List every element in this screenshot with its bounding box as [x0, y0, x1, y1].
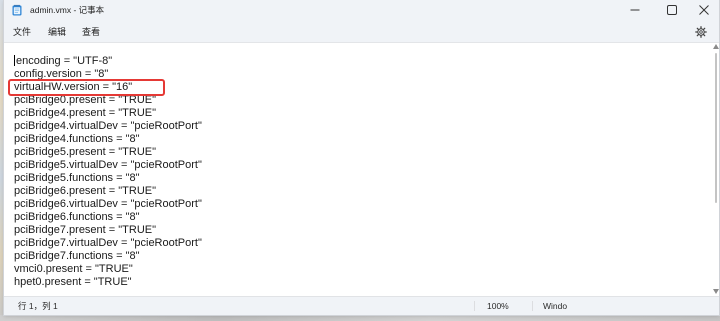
menu-bar: 文件 编辑 查看 [4, 20, 719, 43]
text-content[interactable]: encoding = "UTF-8" config.version = "8" … [14, 55, 704, 289]
notepad-icon [12, 4, 22, 16]
text-line[interactable]: pciBridge4.present = "TRUE" [14, 107, 704, 120]
text-editor[interactable]: encoding = "UTF-8" config.version = "8" … [4, 43, 719, 296]
menu-file[interactable]: 文件 [12, 25, 32, 39]
window-title: admin.vmx - 记事本 [30, 5, 105, 15]
desktop-background-strip [0, 315, 720, 321]
vertical-scrollbar[interactable] [712, 43, 719, 296]
cursor-position: 行 1，列 1 [18, 301, 58, 311]
text-line[interactable]: vmci0.present = "TRUE" [14, 263, 704, 276]
status-divider [474, 301, 475, 311]
scroll-up-arrow-icon[interactable] [713, 44, 719, 49]
menu-view[interactable]: 查看 [81, 25, 101, 39]
text-line[interactable]: pciBridge4.functions = "8" [14, 133, 704, 146]
menu-edit[interactable]: 编辑 [47, 25, 67, 39]
maximize-button[interactable] [657, 0, 687, 20]
minimize-button[interactable] [620, 0, 650, 20]
text-line[interactable]: pciBridge5.present = "TRUE" [14, 146, 704, 159]
text-line[interactable]: pciBridge7.present = "TRUE" [14, 224, 704, 237]
close-icon [699, 5, 709, 15]
scrollbar-thumb[interactable] [715, 53, 717, 203]
notepad-window: admin.vmx - 记事本 文件 编辑 查看 encoding = "UTF… [4, 0, 719, 315]
close-button[interactable] [689, 0, 719, 20]
maximize-icon [667, 5, 677, 15]
title-bar[interactable]: admin.vmx - 记事本 [4, 0, 719, 20]
text-line[interactable]: pciBridge7.virtualDev = "pcieRootPort" [14, 237, 704, 250]
text-line[interactable]: hpet0.present = "TRUE" [14, 276, 704, 289]
text-line[interactable]: encoding = "UTF-8" [14, 55, 704, 68]
text-line[interactable]: pciBridge6.present = "TRUE" [14, 185, 704, 198]
zoom-level: 100% [487, 301, 509, 311]
text-line[interactable]: pciBridge6.functions = "8" [14, 211, 704, 224]
text-line[interactable]: pciBridge0.present = "TRUE" [14, 94, 704, 107]
text-line[interactable]: config.version = "8" [14, 68, 704, 81]
minimize-icon [630, 9, 640, 11]
status-divider [532, 301, 533, 311]
status-bar: 行 1，列 1 100% Windo [4, 296, 719, 315]
text-line-content[interactable]: encoding = "UTF-8" [16, 55, 112, 67]
text-line[interactable]: pciBridge4.virtualDev = "pcieRootPort" [14, 120, 704, 133]
text-line[interactable]: pciBridge5.functions = "8" [14, 172, 704, 185]
scroll-down-arrow-icon[interactable] [713, 289, 719, 294]
text-line[interactable]: pciBridge5.virtualDev = "pcieRootPort" [14, 159, 704, 172]
gear-icon[interactable] [695, 26, 707, 38]
text-line[interactable]: pciBridge7.functions = "8" [14, 250, 704, 263]
text-caret [14, 55, 15, 66]
text-line-highlighted[interactable]: virtualHW.version = "16" [14, 81, 704, 94]
line-ending: Windo [543, 301, 568, 311]
text-line[interactable]: pciBridge6.virtualDev = "pcieRootPort" [14, 198, 704, 211]
